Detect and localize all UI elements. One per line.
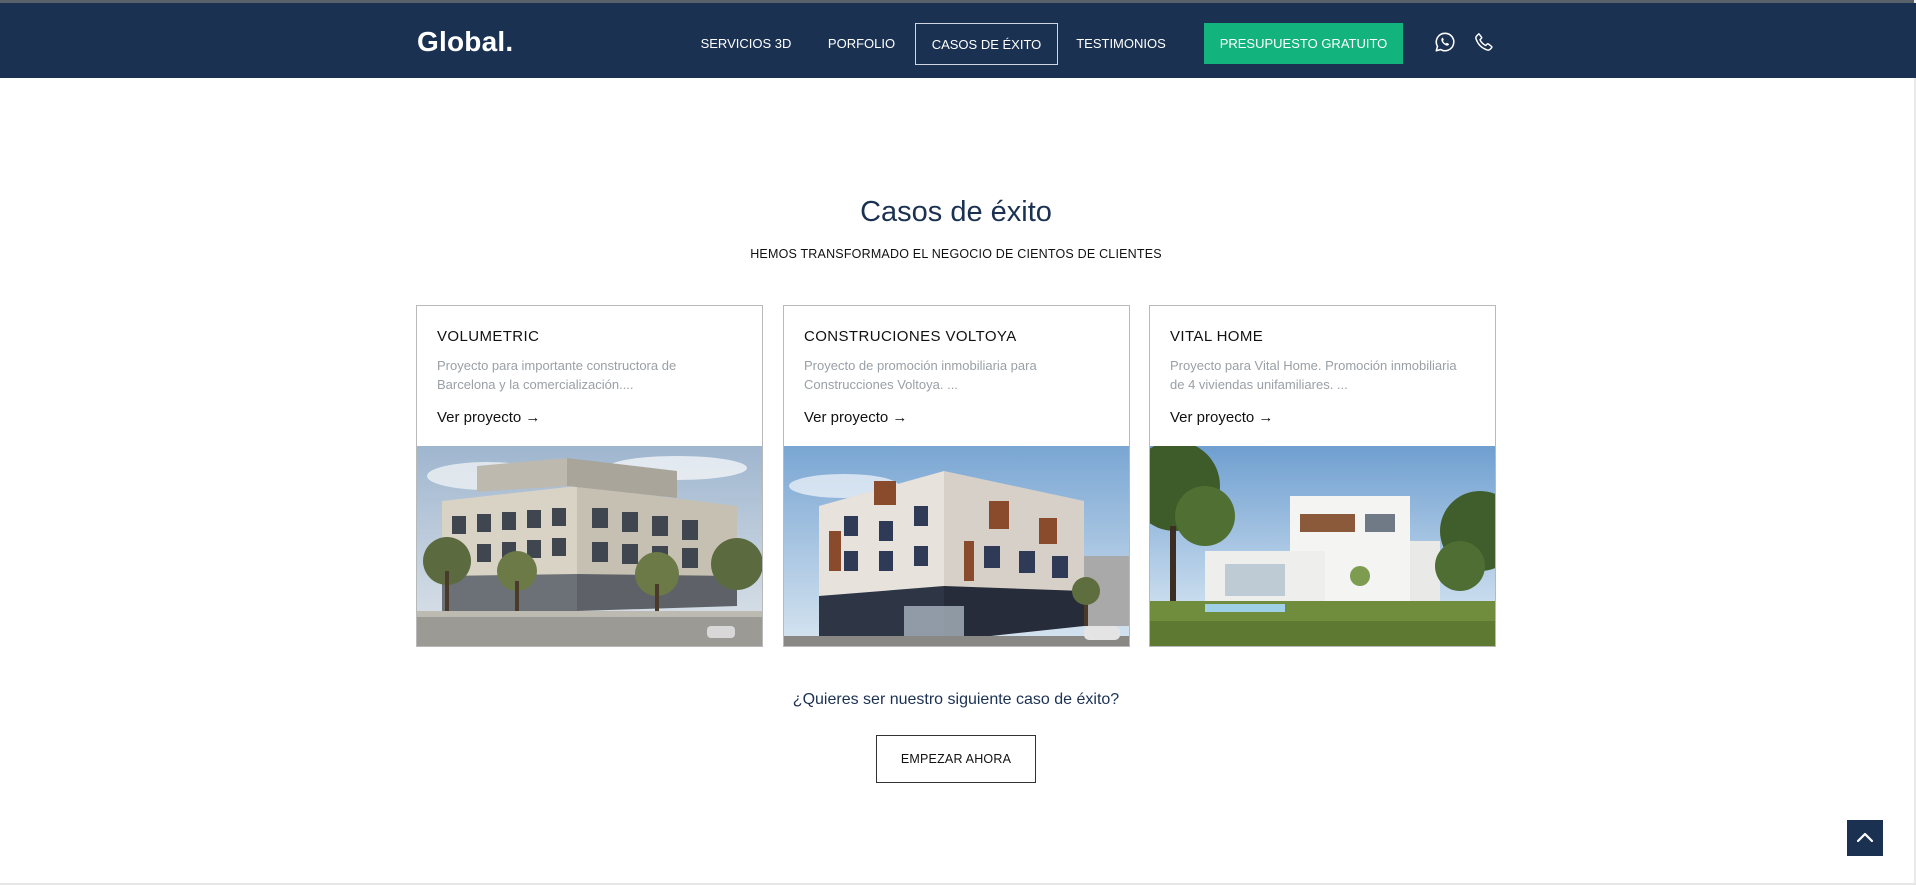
site-logo[interactable]: Global. bbox=[417, 26, 513, 58]
chevron-up-icon bbox=[1856, 832, 1874, 843]
project-image-volumetric[interactable] bbox=[417, 446, 763, 647]
next-case-question: ¿Quieres ser nuestro siguiente caso de é… bbox=[792, 691, 1120, 708]
project-image-vital-home[interactable] bbox=[1150, 446, 1496, 647]
case-card-title: CONSTRUCIONES VOLTOYA bbox=[804, 328, 1017, 345]
site-header: Global. SERVICIOS 3D PORFOLIO CASOS DE É… bbox=[0, 3, 1916, 78]
case-card-description: Proyecto para importante constructora de… bbox=[437, 358, 677, 392]
nav-porfolio[interactable]: PORFOLIO bbox=[815, 23, 908, 65]
nav-servicios-3d[interactable]: SERVICIOS 3D bbox=[686, 23, 806, 65]
section-title: Casos de éxito bbox=[860, 196, 1052, 228]
view-project-link[interactable]: Ver proyecto → bbox=[437, 409, 540, 426]
case-card-description: Proyecto de promoción inmobiliaria para … bbox=[804, 358, 1037, 392]
start-now-button[interactable]: EMPEZAR AHORA bbox=[876, 735, 1036, 783]
free-quote-button[interactable]: PRESUPUESTO GRATUITO bbox=[1204, 23, 1403, 64]
case-card-title: VITAL HOME bbox=[1170, 328, 1264, 345]
case-card-title: VOLUMETRIC bbox=[437, 328, 540, 345]
back-to-top-button[interactable] bbox=[1847, 820, 1883, 856]
phone-icon[interactable] bbox=[1473, 31, 1495, 53]
nav-casos-de-exito[interactable]: CASOS DE ÉXITO bbox=[915, 23, 1058, 65]
case-card-voltoya[interactable]: CONSTRUCIONES VOLTOYA Proyecto de promoc… bbox=[783, 305, 1130, 647]
nav-testimonios[interactable]: TESTIMONIOS bbox=[1065, 23, 1177, 65]
section-subtitle: HEMOS TRANSFORMADO EL NEGOCIO DE CIENTOS… bbox=[750, 247, 1162, 261]
case-card-description: Proyecto para Vital Home. Promoción inmo… bbox=[1170, 358, 1457, 392]
case-card-volumetric[interactable]: VOLUMETRIC Proyecto para importante cons… bbox=[416, 305, 763, 647]
project-image-voltoya[interactable] bbox=[784, 446, 1130, 647]
case-card-vital-home[interactable]: VITAL HOME Proyecto para Vital Home. Pro… bbox=[1149, 305, 1496, 647]
view-project-link[interactable]: Ver proyecto → bbox=[804, 409, 907, 426]
view-project-link[interactable]: Ver proyecto → bbox=[1170, 409, 1273, 426]
whatsapp-icon[interactable] bbox=[1434, 31, 1456, 53]
